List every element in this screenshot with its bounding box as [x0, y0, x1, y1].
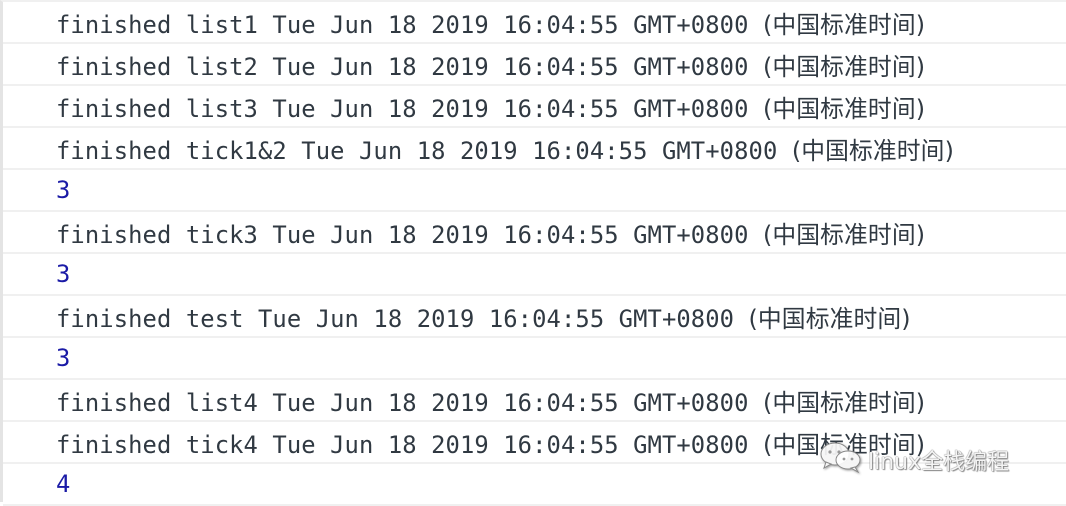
log-message: finished list2 Tue Jun 18 2019 16:04:55 …	[56, 52, 926, 81]
console-log-row: finished tick3 Tue Jun 18 2019 16:04:55 …	[3, 212, 1066, 254]
console-log-row: finished list4 Tue Jun 18 2019 16:04:55 …	[3, 380, 1066, 422]
console-log-row: finished list2 Tue Jun 18 2019 16:04:55 …	[3, 44, 1066, 86]
log-message: finished tick3 Tue Jun 18 2019 16:04:55 …	[56, 220, 926, 249]
log-message: finished tick4 Tue Jun 18 2019 16:04:55 …	[56, 430, 926, 459]
log-message: finished test Tue Jun 18 2019 16:04:55 G…	[56, 304, 911, 333]
console-number-row: 4	[3, 464, 1066, 506]
log-number-value: 3	[56, 176, 71, 204]
console-log-row: finished tick4 Tue Jun 18 2019 16:04:55 …	[3, 422, 1066, 464]
console-number-row: 3	[3, 170, 1066, 212]
console-log-row: finished list3 Tue Jun 18 2019 16:04:55 …	[3, 86, 1066, 128]
console-number-row: 3	[3, 254, 1066, 296]
console-log-row: finished tick1&2 Tue Jun 18 2019 16:04:5…	[3, 128, 1066, 170]
log-number-value: 3	[56, 260, 71, 288]
console-log-row: finished list1 Tue Jun 18 2019 16:04:55 …	[3, 2, 1066, 44]
log-message: finished list3 Tue Jun 18 2019 16:04:55 …	[56, 94, 926, 123]
log-number-value: 4	[56, 470, 71, 498]
console-output: finished list1 Tue Jun 18 2019 16:04:55 …	[0, 0, 1066, 506]
log-message: finished list4 Tue Jun 18 2019 16:04:55 …	[56, 388, 926, 417]
console-log-row: finished test Tue Jun 18 2019 16:04:55 G…	[3, 296, 1066, 338]
log-message: finished list1 Tue Jun 18 2019 16:04:55 …	[56, 10, 926, 39]
log-message: finished tick1&2 Tue Jun 18 2019 16:04:5…	[56, 136, 954, 165]
console-number-row: 3	[3, 338, 1066, 380]
log-number-value: 3	[56, 344, 71, 372]
